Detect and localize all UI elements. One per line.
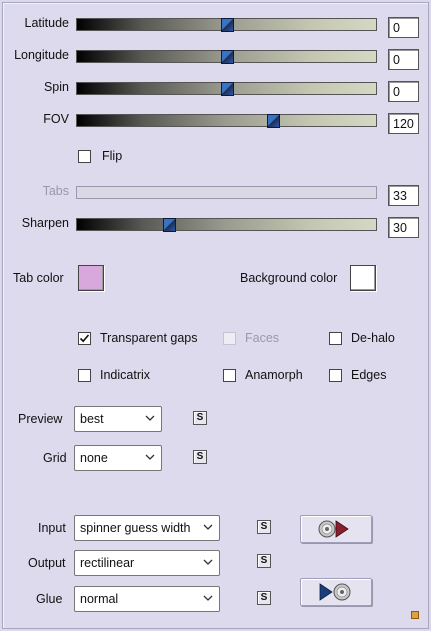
- edges-label: Edges: [351, 368, 387, 382]
- input-label: Input: [38, 521, 66, 535]
- transparent-gaps-checkbox[interactable]: [78, 332, 91, 345]
- load-input-button[interactable]: [300, 515, 372, 543]
- glue-select[interactable]: normal: [74, 586, 220, 612]
- resize-grip-icon[interactable]: [411, 611, 419, 619]
- transparent-gaps-label: Transparent gaps: [100, 331, 198, 345]
- tab-color-label: Tab color: [13, 271, 64, 285]
- de-halo-label: De-halo: [351, 331, 395, 345]
- settings-panel: Latitude 0 Longitude 0 Spin 0 FOV 120 Tabs 33 Shar…: [2, 2, 429, 629]
- sharpen-slider[interactable]: [76, 218, 377, 232]
- anamorph-label: Anamorph: [245, 368, 303, 382]
- anamorph-checkbox[interactable]: [223, 369, 236, 382]
- tabs-value-field[interactable]: 33: [388, 185, 419, 206]
- faces-label: Faces: [245, 331, 280, 345]
- output-label: Output: [28, 556, 66, 570]
- latitude-slider[interactable]: [76, 18, 377, 32]
- chevron-down-icon: [145, 454, 155, 460]
- grid-label: Grid: [43, 451, 67, 465]
- grid-value: none: [80, 451, 108, 465]
- preview-label: Preview: [18, 412, 63, 426]
- spin-slider[interactable]: [76, 82, 377, 96]
- tabs-slider[interactable]: [76, 186, 377, 199]
- play-disc-icon: [319, 583, 351, 601]
- glue-value: normal: [80, 592, 119, 606]
- output-select[interactable]: rectilinear: [74, 550, 220, 576]
- flip-label: Flip: [102, 149, 123, 163]
- fov-label: FOV: [43, 112, 69, 126]
- background-color-swatch[interactable]: [350, 265, 376, 291]
- output-value: rectilinear: [80, 556, 135, 570]
- tab-color-swatch[interactable]: [78, 265, 104, 291]
- chevron-down-icon: [145, 415, 155, 421]
- chevron-down-icon: [203, 559, 213, 565]
- disc-play-icon: [318, 520, 349, 538]
- glue-label: Glue: [36, 592, 63, 606]
- sharpen-label: Sharpen: [21, 216, 69, 230]
- faces-checkbox[interactable]: [223, 332, 236, 345]
- input-s-button[interactable]: S: [257, 520, 271, 534]
- input-value: spinner guess width: [80, 521, 191, 535]
- checkmark-icon: [79, 334, 90, 343]
- spin-label: Spin: [43, 80, 69, 94]
- output-s-button[interactable]: S: [257, 554, 271, 568]
- save-output-button[interactable]: [300, 578, 372, 606]
- spin-slider-thumb[interactable]: [221, 82, 234, 96]
- spin-value-field[interactable]: 0: [388, 81, 419, 102]
- preview-select[interactable]: best: [74, 406, 162, 432]
- longitude-label: Longitude: [14, 48, 69, 62]
- longitude-value-field[interactable]: 0: [388, 49, 419, 70]
- flip-checkbox[interactable]: [78, 150, 91, 163]
- glue-s-button[interactable]: S: [257, 591, 271, 605]
- chevron-down-icon: [203, 524, 213, 530]
- latitude-slider-thumb[interactable]: [221, 18, 234, 32]
- fov-slider-thumb[interactable]: [267, 114, 280, 128]
- latitude-value-field[interactable]: 0: [388, 17, 419, 38]
- edges-checkbox[interactable]: [329, 369, 342, 382]
- longitude-slider-thumb[interactable]: [221, 50, 234, 64]
- preview-value: best: [80, 412, 104, 426]
- grid-s-button[interactable]: S: [193, 450, 207, 464]
- fov-slider[interactable]: [76, 114, 377, 128]
- chevron-down-icon: [203, 595, 213, 601]
- input-select[interactable]: spinner guess width: [74, 515, 220, 541]
- longitude-slider[interactable]: [76, 50, 377, 64]
- fov-value-field[interactable]: 120: [388, 113, 419, 134]
- sharpen-value-field[interactable]: 30: [388, 217, 419, 238]
- latitude-label: Latitude: [24, 16, 69, 30]
- background-color-label: Background color: [240, 271, 338, 285]
- tabs-label: Tabs: [42, 184, 69, 198]
- indicatrix-label: Indicatrix: [100, 368, 151, 382]
- indicatrix-checkbox[interactable]: [78, 369, 91, 382]
- grid-select[interactable]: none: [74, 445, 162, 471]
- de-halo-checkbox[interactable]: [329, 332, 342, 345]
- preview-s-button[interactable]: S: [193, 411, 207, 425]
- sharpen-slider-thumb[interactable]: [163, 218, 176, 232]
